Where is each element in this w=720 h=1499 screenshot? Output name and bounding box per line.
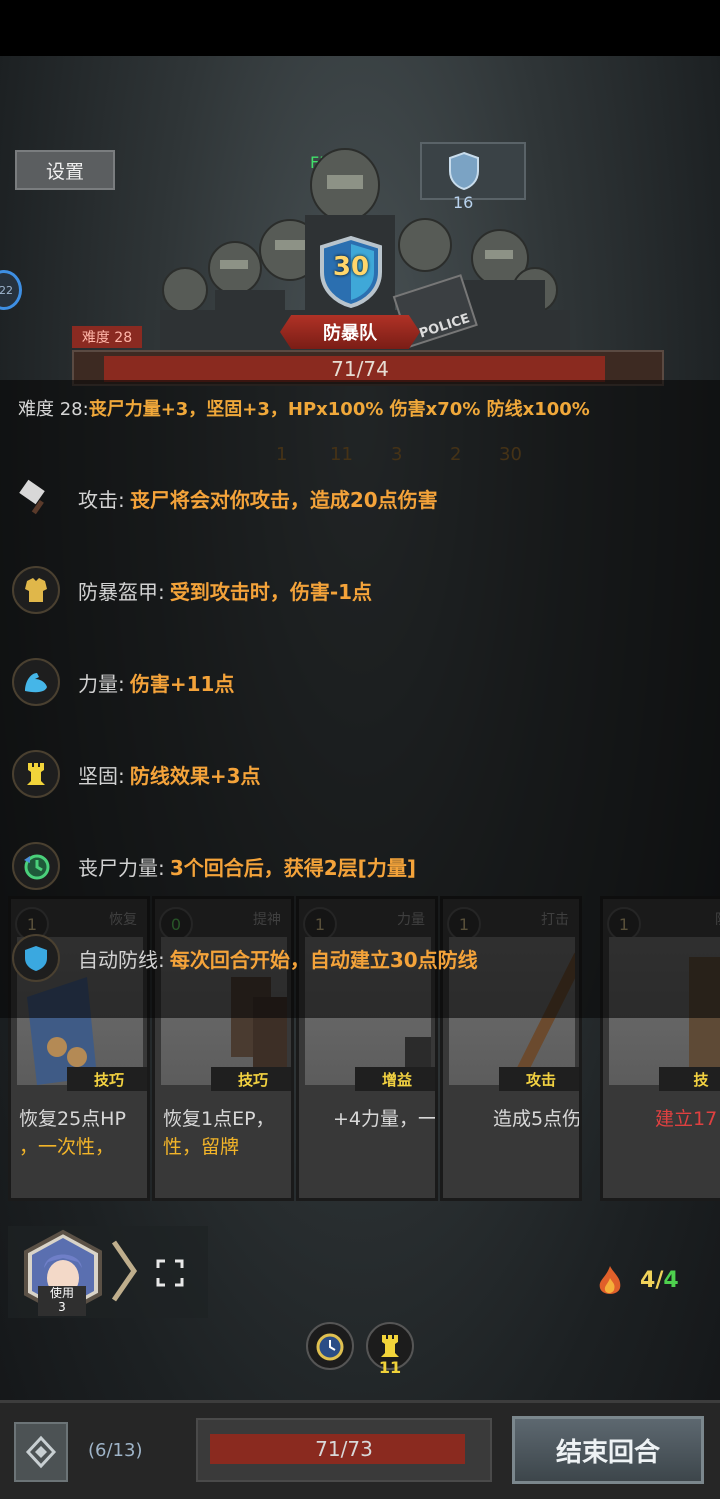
card-tag: 增益: [355, 1067, 435, 1091]
end-turn-button[interactable]: 结束回合: [512, 1416, 704, 1484]
card-text: 建立17: [655, 1108, 718, 1130]
enemy-hp-text: 71/74: [331, 357, 389, 381]
player-hp-text: 71/73: [315, 1437, 373, 1461]
effect-zombie-strength: 丧尸力量: 3个回合后，获得2层[力量]: [12, 842, 416, 890]
effect-fortify: 坚固: 防线效果+3点: [12, 750, 261, 798]
enemy-block-value: 30: [332, 252, 370, 282]
shield-icon: [12, 934, 60, 982]
fire-icon: [599, 1266, 621, 1294]
expand-icon[interactable]: [155, 1258, 185, 1288]
card-text: 造成5点伤: [493, 1108, 582, 1130]
energy-counter: 4/4: [640, 1268, 679, 1293]
tower-icon: [381, 1335, 399, 1357]
difficulty-modifiers: 难度 28:丧尸力量+3，坚固+3，HPx100% 伤害x70% 防线x100%: [18, 399, 590, 420]
intent-shield-icon: [449, 151, 479, 191]
enemy-name: 防暴队: [280, 315, 420, 349]
card-tag: 技巧: [211, 1067, 291, 1091]
deck-count: (6/13): [88, 1440, 143, 1461]
cleaver-icon: [12, 474, 60, 522]
tower-icon: [12, 750, 60, 798]
effect-riot-armor: 防暴盔甲: 受到攻击时，伤害-1点: [12, 566, 372, 614]
effect-auto-defense: 自动防线: 每次回合开始，自动建立30点防线: [12, 934, 478, 982]
card-tag: 技: [659, 1067, 720, 1091]
card-tag: 技巧: [67, 1067, 147, 1091]
player-buff-timer[interactable]: [306, 1322, 354, 1370]
card-text: 恢复1点EP， 性，留牌: [163, 1108, 275, 1158]
armor-icon: [12, 566, 60, 614]
clock-icon: [316, 1333, 344, 1361]
intent-shield-value: 16: [453, 193, 474, 212]
top-black-bar: [0, 0, 720, 56]
settings-button[interactable]: 设置: [15, 150, 115, 190]
player-buff-fortify-value: 11: [378, 1358, 402, 1377]
hero-use-button[interactable]: 使用 3: [38, 1286, 86, 1316]
chevron-right-icon[interactable]: [110, 1238, 140, 1304]
muscle-icon: [12, 658, 60, 706]
deck-button[interactable]: [14, 1422, 68, 1482]
effect-attack: 攻击: 丧尸将会对你攻击，造成20点伤害: [12, 474, 438, 522]
difficulty-tag: 难度 28: [72, 326, 142, 348]
card-text: 恢复25点HP ，一次性，: [19, 1108, 126, 1158]
deck-icon: [25, 1435, 57, 1469]
effect-strength: 力量: 伤害+11点: [12, 658, 234, 706]
card-tag: 攻击: [499, 1067, 579, 1091]
timer-icon: [12, 842, 60, 890]
card-text: +4力量，一: [333, 1108, 438, 1130]
